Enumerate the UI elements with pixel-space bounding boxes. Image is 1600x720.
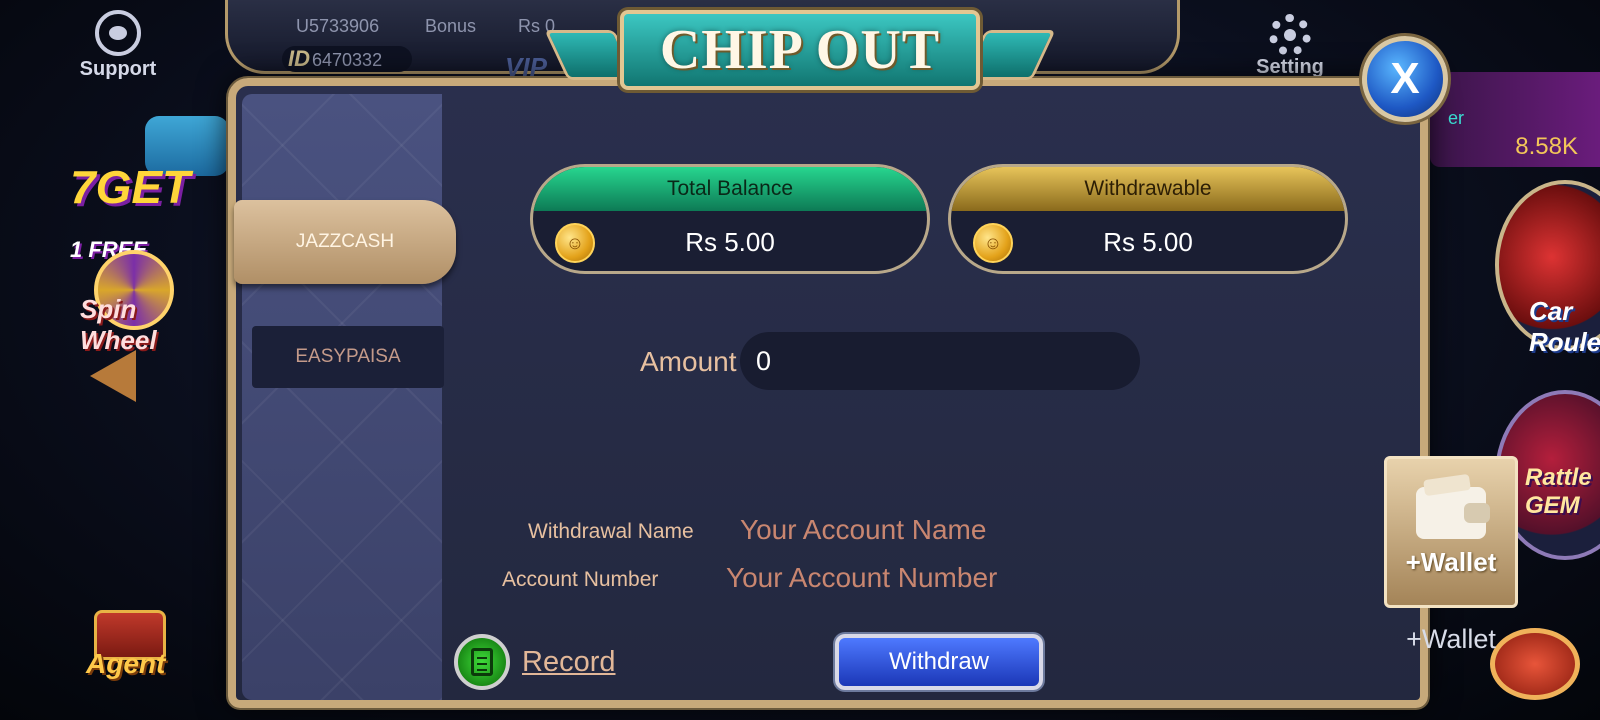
payment-method-sidebar: JAZZCASH EASYPAISA (234, 94, 456, 700)
game-car-roulette[interactable]: Car Roule (1495, 180, 1600, 357)
withdrawable-card: Withdrawable ☺ Rs 5.00 (948, 164, 1348, 274)
headset-icon (95, 10, 141, 56)
wallet-icon (1416, 486, 1490, 539)
user-id-box: ID 6470332 (282, 46, 412, 72)
agent-button[interactable]: Agent (78, 610, 178, 690)
add-wallet-button-label: +Wallet (1405, 546, 1497, 577)
game-rattle-label: Rattle GEM (1525, 464, 1592, 519)
record-document-icon (454, 634, 510, 690)
jackpot-value: 8.58K (1515, 133, 1578, 160)
add-wallet-caption: +Wallet (1406, 624, 1496, 654)
payment-method-easypaisa[interactable]: EASYPAISA (252, 326, 444, 388)
back-arrow-icon[interactable] (90, 350, 136, 402)
chip-out-dialog: JAZZCASH EASYPAISA Total Balance ☺ Rs 5.… (228, 78, 1518, 708)
withdrawable-value: Rs 5.00 (1103, 226, 1193, 257)
withdrawal-name-input[interactable] (740, 510, 1090, 550)
amount-label: Amount (640, 346, 737, 377)
total-balance-label: Total Balance (533, 167, 927, 211)
setting-button[interactable]: Setting (1250, 14, 1330, 79)
account-number-label: Account Number (502, 568, 659, 591)
record-label: Record (522, 645, 616, 678)
close-icon: X (1390, 54, 1420, 103)
add-wallet-button[interactable]: +Wallet (1384, 456, 1518, 608)
gear-icon (1269, 14, 1311, 56)
id-prefix: ID (288, 46, 310, 71)
user-id: 6470332 (312, 50, 383, 70)
user-code: U5733906 (296, 16, 380, 36)
jackpot-card-text: er (1448, 108, 1465, 128)
record-button[interactable]: Record (454, 634, 616, 690)
promo-7get-text: 7GET (70, 161, 191, 213)
game-car-label: Car Roule (1529, 296, 1600, 357)
payment-method-jazzcash[interactable]: JAZZCASH (234, 200, 456, 284)
amount-input[interactable] (740, 332, 1140, 390)
support-label: Support (79, 58, 157, 80)
support-button[interactable]: Support (78, 10, 158, 81)
dialog-title: CHIP OUT (659, 19, 941, 81)
dialog-title-plate: CHIP OUT (620, 10, 980, 90)
withdrawal-name-label: Withdrawal Name (528, 520, 694, 543)
total-balance-value: Rs 5.00 (685, 226, 775, 257)
total-balance-card: Total Balance ☺ Rs 5.00 (530, 164, 930, 274)
spin-wheel-button[interactable]: Spin Wheel (72, 250, 192, 355)
dialog-title-banner: CHIP OUT (544, 10, 1056, 94)
withdraw-button[interactable]: Withdraw (835, 634, 1043, 690)
agent-label: Agent (86, 648, 166, 679)
bonus-label: Bonus (425, 16, 477, 36)
account-number-input[interactable] (726, 558, 1106, 598)
setting-label: Setting (1256, 56, 1324, 78)
withdrawable-label: Withdrawable (951, 167, 1345, 211)
chip-out-form: Total Balance ☺ Rs 5.00 Withdrawable ☺ R… (450, 94, 1518, 700)
close-button[interactable]: X (1362, 36, 1448, 122)
spin-wheel-label: Spin Wheel (80, 294, 157, 355)
jackpot-card[interactable]: er 8.58K (1430, 72, 1600, 167)
